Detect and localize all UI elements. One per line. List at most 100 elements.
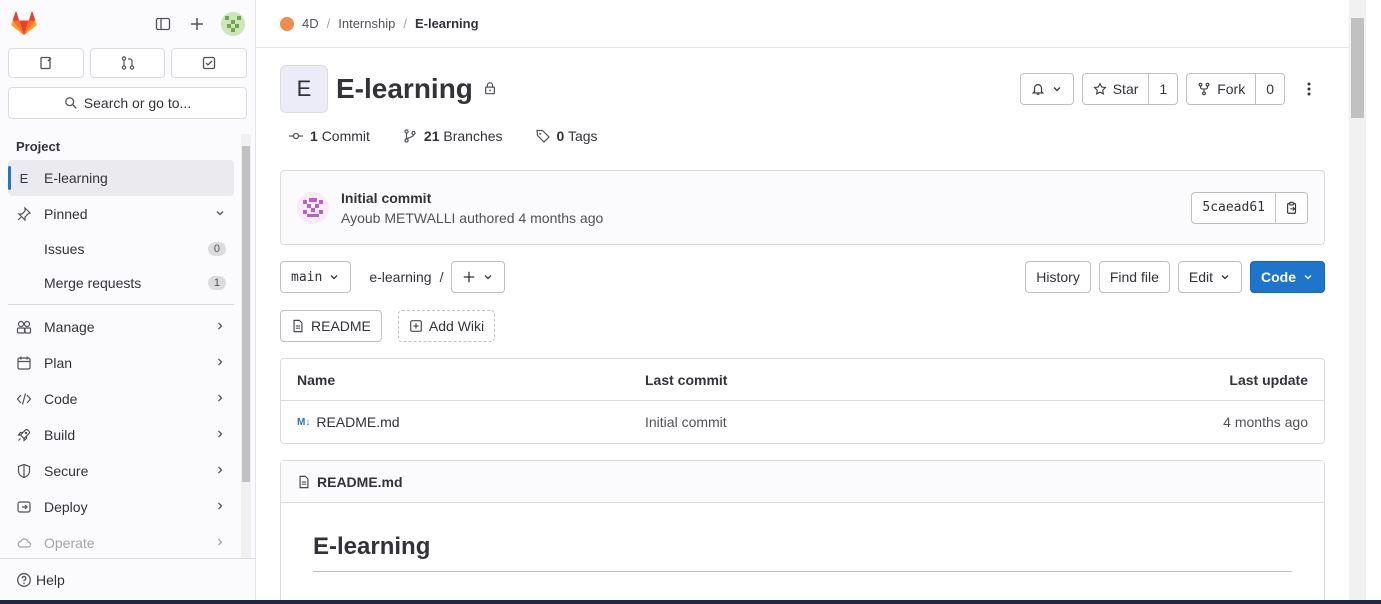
sidebar-item-label: Build [44,427,76,443]
issues-count-badge: 0 [207,242,226,256]
file-last-update: 4 months ago [1223,414,1308,430]
notification-dropdown[interactable] [1019,73,1074,105]
code-dropdown[interactable]: Code [1250,261,1325,293]
sidebar-item-issues[interactable]: Issues 0 [8,232,234,266]
star-button-group: Star 1 [1081,73,1179,105]
sidebar-item-label: Issues [44,241,85,257]
quick-actions [0,48,255,78]
breadcrumb-item[interactable]: 4D [302,16,319,31]
chevron-right-icon [214,392,226,407]
gitlab-logo-icon[interactable] [10,10,38,38]
more-actions-button[interactable] [1293,73,1325,105]
sidebar-item-code[interactable]: Code [8,381,234,417]
fork-label: Fork [1217,81,1246,97]
table-row[interactable]: M↓ README.md Initial commit 4 months ago [281,401,1324,443]
sidebar-item-build[interactable]: Build [8,417,234,453]
readme-label: README [311,318,371,334]
branches-label: Branches [443,128,503,144]
fork-count[interactable]: 0 [1256,73,1285,105]
chevron-down-icon [1053,87,1061,92]
collapse-sidebar-icon[interactable] [153,14,173,34]
commit-author[interactable]: Ayoub METWALLI [341,210,455,226]
main-content: 4D / Internship / E-learning E E-learnin… [256,0,1349,600]
help-button[interactable]: Help [0,558,256,600]
merge-requests-count-badge: 1 [207,276,226,290]
breadcrumb-separator: / [326,16,331,31]
search-input[interactable]: Search or go to... [8,87,247,119]
page-scrollbar[interactable] [1349,0,1366,600]
document-icon [299,475,309,488]
section-title: Project [16,139,61,154]
commit-sha-group: 5caead61 [1191,191,1308,224]
search-icon [64,97,77,109]
edit-label: Edit [1188,269,1213,285]
sidebar-item-project[interactable]: E E-learning [8,160,234,196]
tags-link[interactable]: 0 Tags [535,128,598,144]
plus-icon[interactable] [187,14,207,34]
commit-info: Initial commit Ayoub METWALLI authored 4… [341,190,603,226]
todos-shortcut-button[interactable] [171,48,248,78]
chevron-down-icon [1304,275,1312,280]
branches-count: 21 [423,128,440,144]
sidebar-item-manage[interactable]: Manage [8,309,234,345]
readme-heading: E-learning [313,533,1292,572]
find-file-button[interactable]: Find file [1098,261,1170,293]
merge-requests-shortcut-button[interactable] [89,48,166,78]
chevron-right-icon [214,500,226,515]
scrollbar-thumb[interactable] [242,146,250,482]
repo-path-root[interactable]: e-learning [369,269,431,285]
commits-label: Commit [321,128,370,144]
user-avatar[interactable] [221,12,245,36]
sidebar-item-pinned[interactable]: Pinned [8,196,234,232]
add-wiki-label: Add Wiki [428,318,485,334]
copy-sha-button[interactable] [1276,191,1308,224]
sidebar-item-operate[interactable]: Operate [8,525,234,558]
commit-meta: Ayoub METWALLI authored 4 months ago [341,210,603,226]
fork-button[interactable]: Fork [1186,73,1257,105]
star-button[interactable]: Star [1081,73,1150,105]
star-count[interactable]: 1 [1149,73,1179,105]
sidebar-item-label: Operate [44,535,95,551]
os-taskbar-edge [0,600,1381,604]
file-name[interactable]: README.md [316,414,399,430]
issues-shortcut-button[interactable] [8,48,84,78]
branches-link[interactable]: 21 Branches [402,128,503,144]
commit-sha[interactable]: 5caead61 [1191,191,1276,224]
readme-filename[interactable]: README.md [317,474,403,490]
rocket-icon [16,427,32,443]
commit-title[interactable]: Initial commit [341,190,603,206]
sidebar-item-plan[interactable]: Plan [8,345,234,381]
project-badge-wrap: E [16,169,32,187]
branch-icon [404,129,416,143]
cloud-icon [16,535,32,551]
project-avatar: E [280,65,328,113]
last-commit-panel: Initial commit Ayoub METWALLI authored 4… [280,170,1325,245]
pin-icon [16,206,32,222]
sidebar-item-label: Plan [44,355,73,371]
add-to-tree-dropdown[interactable] [451,261,506,293]
sidebar-item-deploy[interactable]: Deploy [8,489,234,525]
readme-button[interactable]: README [280,310,382,342]
breadcrumb-item[interactable]: Internship [338,16,395,31]
add-wiki-button[interactable]: Add Wiki [397,310,496,342]
markdown-icon: M↓ [297,416,311,428]
chevron-right-icon [214,356,226,371]
edit-dropdown[interactable]: Edit [1177,261,1242,293]
file-last-commit[interactable]: Initial commit [645,414,1108,430]
sidebar-item-secure[interactable]: Secure [8,453,234,489]
breadcrumb-item-current[interactable]: E-learning [415,16,479,31]
history-button[interactable]: History [1025,261,1091,293]
commits-link[interactable]: 1 Commit [288,128,370,144]
code-label: Code [1261,269,1296,285]
page-title: E-learning [336,73,473,104]
commit-icon [289,132,303,140]
path-separator: / [439,269,444,285]
page-scrollbar-thumb[interactable] [1351,18,1364,118]
sidebar-item-merge-requests[interactable]: Merge requests 1 [8,266,234,300]
sidebar-scrollbar[interactable] [241,134,251,558]
tag-icon [535,129,550,143]
star-label: Star [1112,81,1139,97]
commit-author-avatar[interactable] [297,191,329,224]
divider [8,304,234,305]
branch-selector[interactable]: main [280,261,352,293]
